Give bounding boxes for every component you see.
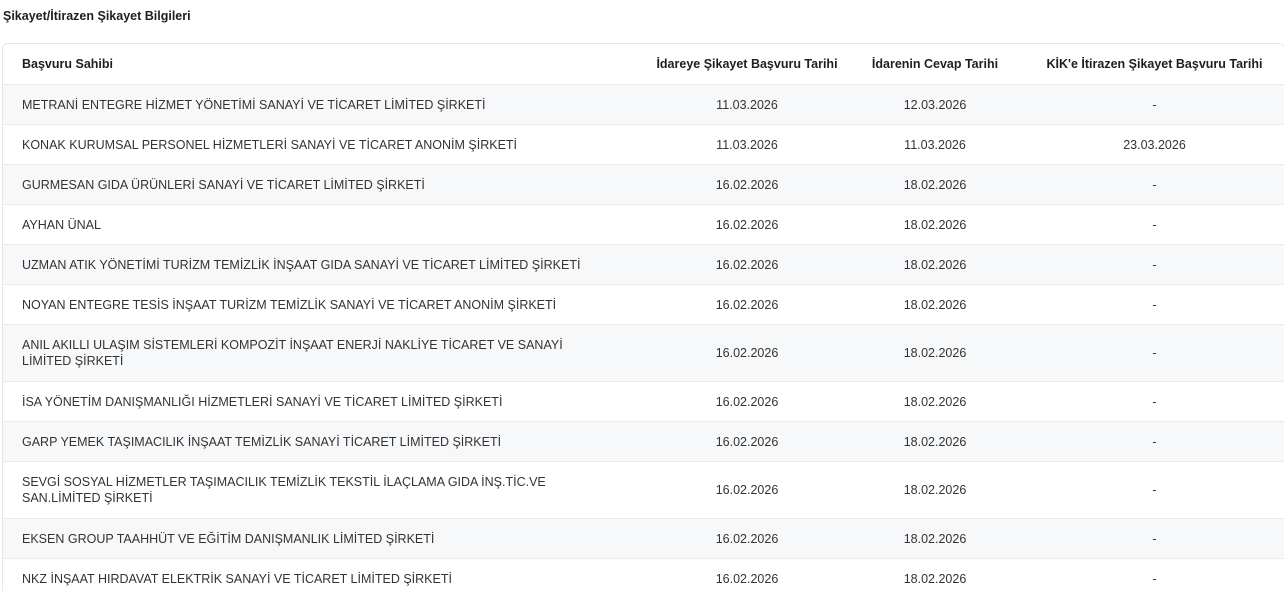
cell-kik-date: -	[1025, 461, 1284, 519]
complaints-table-card: Başvuru Sahibi İdareye Şikayet Başvuru T…	[2, 43, 1284, 591]
cell-complaint-date: 16.02.2026	[649, 421, 845, 462]
cell-kik-date: -	[1025, 204, 1284, 245]
cell-complaint-date: 16.02.2026	[649, 204, 845, 245]
cell-applicant: GURMESAN GIDA ÜRÜNLERİ SANAYİ VE TİCARET…	[3, 164, 649, 205]
table-header: Başvuru Sahibi İdareye Şikayet Başvuru T…	[3, 44, 1284, 85]
cell-complaint-date: 16.02.2026	[649, 284, 845, 325]
cell-complaint-date: 11.03.2026	[649, 124, 845, 165]
table-row[interactable]: SEVGİ SOSYAL HİZMETLER TAŞIMACILIK TEMİZ…	[3, 461, 1284, 519]
table-row[interactable]: ANIL AKILLI ULAŞIM SİSTEMLERİ KOMPOZİT İ…	[3, 324, 1284, 382]
table-row[interactable]: UZMAN ATIK YÖNETİMİ TURİZM TEMİZLİK İNŞA…	[3, 244, 1284, 285]
cell-kik-date: -	[1025, 518, 1284, 559]
cell-complaint-date: 16.02.2026	[649, 164, 845, 205]
cell-complaint-date: 16.02.2026	[649, 461, 845, 519]
cell-applicant: UZMAN ATIK YÖNETİMİ TURİZM TEMİZLİK İNŞA…	[3, 244, 649, 285]
cell-complaint-date: 16.02.2026	[649, 381, 845, 422]
cell-response-date: 18.02.2026	[845, 164, 1025, 205]
cell-response-date: 18.02.2026	[845, 284, 1025, 325]
cell-kik-date: -	[1025, 164, 1284, 205]
cell-applicant: NOYAN ENTEGRE TESİS İNŞAAT TURİZM TEMİZL…	[3, 284, 649, 325]
cell-response-date: 18.02.2026	[845, 461, 1025, 519]
cell-applicant: ANIL AKILLI ULAŞIM SİSTEMLERİ KOMPOZİT İ…	[3, 324, 649, 382]
table-row[interactable]: KONAK KURUMSAL PERSONEL HİZMETLERİ SANAY…	[3, 124, 1284, 165]
cell-complaint-date: 16.02.2026	[649, 324, 845, 382]
cell-kik-date: -	[1025, 381, 1284, 422]
table-row[interactable]: İSA YÖNETİM DANIŞMANLIĞI HİZMETLERİ SANA…	[3, 381, 1284, 422]
table-row[interactable]: AYHAN ÜNAL 16.02.2026 18.02.2026 -	[3, 204, 1284, 245]
cell-kik-date: -	[1025, 244, 1284, 285]
table-body: METRANİ ENTEGRE HİZMET YÖNETİMİ SANAYİ V…	[3, 84, 1284, 591]
cell-applicant: KONAK KURUMSAL PERSONEL HİZMETLERİ SANAY…	[3, 124, 649, 165]
header-response-date[interactable]: İdarenin Cevap Tarihi	[845, 44, 1025, 85]
cell-response-date: 18.02.2026	[845, 244, 1025, 285]
cell-kik-date: 23.03.2026	[1025, 124, 1284, 165]
header-row: Başvuru Sahibi İdareye Şikayet Başvuru T…	[3, 44, 1284, 85]
cell-response-date: 12.03.2026	[845, 84, 1025, 125]
cell-applicant: İSA YÖNETİM DANIŞMANLIĞI HİZMETLERİ SANA…	[3, 381, 649, 422]
page: Şikayet/İtirazen Şikayet Bilgileri Başvu…	[0, 0, 1284, 591]
cell-response-date: 18.02.2026	[845, 421, 1025, 462]
cell-applicant: NKZ İNŞAAT HIRDAVAT ELEKTRİK SANAYİ VE T…	[3, 558, 649, 591]
cell-response-date: 18.02.2026	[845, 324, 1025, 382]
cell-kik-date: -	[1025, 84, 1284, 125]
cell-response-date: 18.02.2026	[845, 518, 1025, 559]
cell-applicant: METRANİ ENTEGRE HİZMET YÖNETİMİ SANAYİ V…	[3, 84, 649, 125]
cell-kik-date: -	[1025, 421, 1284, 462]
header-kik-date[interactable]: KİK'e İtirazen Şikayet Başvuru Tarihi	[1025, 44, 1284, 85]
section-title: Şikayet/İtirazen Şikayet Bilgileri	[3, 9, 191, 23]
cell-complaint-date: 16.02.2026	[649, 518, 845, 559]
table-row[interactable]: NKZ İNŞAAT HIRDAVAT ELEKTRİK SANAYİ VE T…	[3, 558, 1284, 591]
cell-applicant: GARP YEMEK TAŞIMACILIK İNŞAAT TEMİZLİK S…	[3, 421, 649, 462]
cell-applicant: EKSEN GROUP TAAHHÜT VE EĞİTİM DANIŞMANLI…	[3, 518, 649, 559]
complaints-table: Başvuru Sahibi İdareye Şikayet Başvuru T…	[3, 44, 1284, 591]
cell-response-date: 18.02.2026	[845, 204, 1025, 245]
cell-response-date: 18.02.2026	[845, 558, 1025, 591]
cell-complaint-date: 16.02.2026	[649, 244, 845, 285]
header-applicant[interactable]: Başvuru Sahibi	[3, 44, 649, 85]
table-row[interactable]: GARP YEMEK TAŞIMACILIK İNŞAAT TEMİZLİK S…	[3, 421, 1284, 462]
cell-complaint-date: 11.03.2026	[649, 84, 845, 125]
header-complaint-date[interactable]: İdareye Şikayet Başvuru Tarihi	[649, 44, 845, 85]
table-row[interactable]: NOYAN ENTEGRE TESİS İNŞAAT TURİZM TEMİZL…	[3, 284, 1284, 325]
table-row[interactable]: EKSEN GROUP TAAHHÜT VE EĞİTİM DANIŞMANLI…	[3, 518, 1284, 559]
cell-applicant: SEVGİ SOSYAL HİZMETLER TAŞIMACILIK TEMİZ…	[3, 461, 649, 519]
cell-kik-date: -	[1025, 558, 1284, 591]
cell-applicant: AYHAN ÜNAL	[3, 204, 649, 245]
cell-complaint-date: 16.02.2026	[649, 558, 845, 591]
table-row[interactable]: GURMESAN GIDA ÜRÜNLERİ SANAYİ VE TİCARET…	[3, 164, 1284, 205]
cell-kik-date: -	[1025, 284, 1284, 325]
cell-response-date: 18.02.2026	[845, 381, 1025, 422]
cell-kik-date: -	[1025, 324, 1284, 382]
cell-response-date: 11.03.2026	[845, 124, 1025, 165]
table-row[interactable]: METRANİ ENTEGRE HİZMET YÖNETİMİ SANAYİ V…	[3, 84, 1284, 125]
